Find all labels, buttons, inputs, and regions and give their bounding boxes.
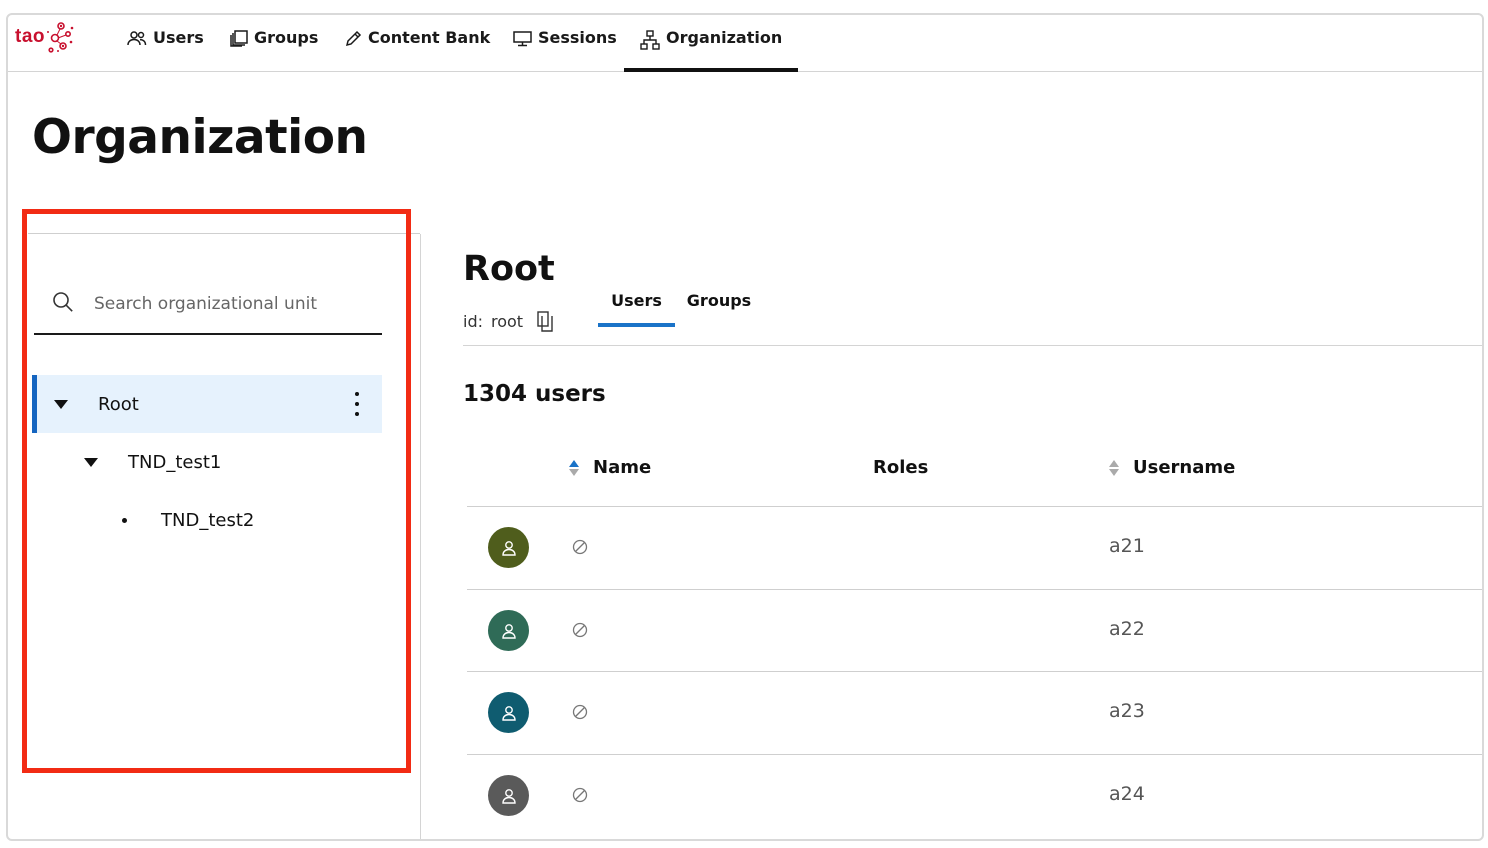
org-unit-id: id: root — [463, 311, 553, 332]
sort-ascending-icon[interactable] — [569, 459, 579, 476]
empty-value-icon — [572, 622, 588, 638]
username-cell: a23 — [1109, 700, 1145, 722]
nav-groups-label: Groups — [254, 28, 319, 47]
column-username-label: Username — [1133, 457, 1236, 478]
tab-groups[interactable]: Groups — [686, 291, 752, 327]
org-tree-panel: Root TND_test1 TND_test2 — [28, 233, 420, 839]
org-unit-title: Root — [463, 249, 555, 289]
tree-node-label: Root — [98, 393, 139, 415]
empty-value-icon — [572, 704, 588, 720]
avatar[interactable] — [488, 775, 529, 816]
org-chart-icon — [640, 30, 660, 50]
username-cell: a22 — [1109, 618, 1145, 640]
tree-node-tnd-test1[interactable]: TND_test1 — [32, 433, 382, 491]
id-label: id: — [463, 312, 483, 331]
avatar[interactable] — [488, 527, 529, 568]
copy-icon — [537, 311, 553, 332]
user-icon — [501, 540, 516, 556]
tree-node-label: TND_test2 — [161, 509, 255, 531]
nav-content-bank-label: Content Bank — [368, 28, 491, 47]
id-value: root — [491, 312, 524, 331]
table-row[interactable]: a23 — [467, 672, 1482, 754]
panel-divider — [420, 234, 421, 839]
tree-node-root[interactable]: Root — [32, 375, 382, 433]
nav-sessions-label: Sessions — [538, 28, 617, 47]
column-roles-label: Roles — [873, 457, 929, 478]
nav-users[interactable]: Users — [127, 15, 204, 72]
tab-groups-label: Groups — [686, 291, 752, 310]
app-window: tao Users Groups Content Bank Sessions O… — [6, 13, 1484, 841]
nav-sessions[interactable]: Sessions — [513, 15, 617, 72]
tabs-divider — [463, 345, 1482, 346]
user-icon — [501, 788, 516, 804]
avatar[interactable] — [488, 692, 529, 733]
nav-content-bank[interactable]: Content Bank — [345, 15, 490, 72]
nav-users-label: Users — [153, 28, 204, 47]
bullet-icon — [122, 517, 127, 523]
table-row[interactable]: a24 — [467, 755, 1482, 837]
caret-down-icon[interactable] — [54, 399, 68, 409]
nav-organization[interactable]: Organization — [623, 15, 799, 72]
empty-value-icon — [572, 787, 588, 803]
tab-users[interactable]: Users — [598, 291, 675, 327]
caret-down-icon[interactable] — [84, 457, 98, 467]
column-name-label: Name — [593, 457, 652, 478]
page-title: Organization — [32, 110, 368, 165]
username-cell: a24 — [1109, 783, 1145, 805]
tao-logo[interactable]: tao — [15, 19, 75, 55]
search-input[interactable] — [94, 289, 322, 319]
logo-burst-icon — [47, 22, 74, 53]
users-icon — [127, 31, 147, 46]
column-header-roles: Roles — [873, 457, 928, 478]
pencil-icon — [345, 30, 362, 47]
groups-icon — [230, 30, 248, 47]
table-row[interactable]: a21 — [467, 507, 1482, 589]
top-nav: tao Users Groups Content Bank Sessions O… — [8, 15, 1482, 72]
monitor-icon — [513, 31, 532, 47]
column-header-name[interactable]: Name — [569, 457, 651, 478]
search-icon — [53, 292, 73, 312]
tab-users-label: Users — [611, 291, 662, 310]
empty-value-icon — [572, 539, 588, 555]
user-count: 1304 users — [463, 381, 606, 407]
sort-icon[interactable] — [1109, 459, 1119, 476]
more-options-icon[interactable] — [352, 392, 362, 416]
tree-search — [34, 279, 382, 335]
nav-groups[interactable]: Groups — [230, 15, 318, 72]
tree-node-tnd-test2[interactable]: TND_test2 — [32, 491, 382, 549]
tree-node-label: TND_test1 — [128, 451, 222, 473]
avatar[interactable] — [488, 610, 529, 651]
column-header-username[interactable]: Username — [1109, 457, 1235, 478]
user-icon — [501, 623, 516, 639]
logo-text: tao — [15, 26, 45, 47]
table-row[interactable]: a22 — [467, 590, 1482, 672]
copy-id-button[interactable] — [537, 311, 553, 332]
nav-organization-label: Organization — [666, 28, 783, 47]
user-icon — [501, 705, 516, 721]
username-cell: a21 — [1109, 535, 1145, 557]
